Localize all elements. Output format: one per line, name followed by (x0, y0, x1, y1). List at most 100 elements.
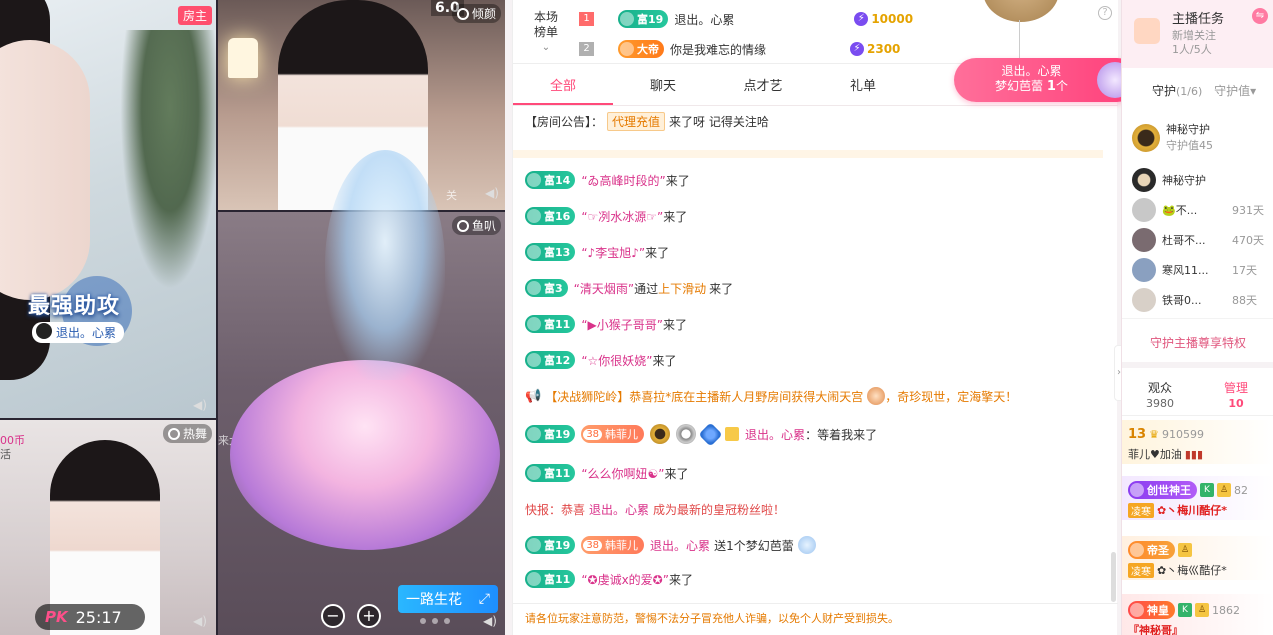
rank-label-line2: 榜单 (533, 25, 558, 39)
vip-level: 13 (1128, 426, 1147, 442)
road-flower-label: 一路生花 (406, 592, 462, 608)
cam-4[interactable]: 热舞 00币 活 ◀) (0, 420, 216, 635)
plant-decor (120, 30, 216, 290)
gift-popup[interactable]: 退出。心累 梦幻芭蕾 1个 (954, 58, 1139, 102)
message-text: 来了 (664, 466, 689, 481)
guard-name: 杜哥不... (1162, 234, 1206, 247)
task-icon (1134, 18, 1160, 44)
host-task-card[interactable]: 主播任务 ⇋ 新增关注 1人/5人 (1122, 0, 1273, 68)
message-user[interactable]: “✪虔诚x的爱✪” (581, 571, 669, 588)
pager-dots[interactable] (420, 618, 450, 624)
wealth-level-badge: 富12 (525, 351, 576, 369)
rank-label-line1: 本场 (533, 10, 558, 24)
zoom-out-button[interactable]: − (321, 604, 345, 628)
guard-name: 寒风11... (1162, 264, 1209, 277)
tab-audience[interactable]: 观众 3980 (1122, 376, 1198, 415)
gift-popup-count: 1 (1046, 79, 1056, 94)
help-icon[interactable]: ? (1098, 6, 1112, 20)
message-user[interactable]: “♪李宝旭♪” (581, 244, 645, 261)
guard-item[interactable]: 神秘守护 守护值45 (1132, 120, 1213, 156)
vip-item[interactable]: 13 ♛ 910599 菲儿♥加油 ▮▮▮ (1128, 424, 1273, 464)
guard-value-sort[interactable]: 守护值▾ (1214, 84, 1256, 98)
message-via: 通过 (634, 281, 659, 296)
rank-row[interactable]: 2 大帝 你是我难忘的情缘 ⚡ 2300 (579, 36, 900, 62)
message-user[interactable]: “☞冽水冰源☞” (581, 208, 663, 225)
message-user[interactable]: “清天烟雨” (574, 280, 634, 297)
tab-chat[interactable]: 聊天 (613, 70, 713, 105)
rank-position: 1 (579, 12, 594, 26)
volume-icon[interactable]: ◀) (482, 614, 498, 628)
wealth-level-badge: 富16 (525, 207, 576, 225)
chat-scrollbar[interactable] (1111, 552, 1116, 602)
k-badge-icon: K (1178, 603, 1192, 617)
rank-pill: 神皇 (1128, 601, 1175, 619)
vip-item[interactable]: 神皇 K ♙ 1862 『神秘哥』 (1128, 600, 1273, 635)
vip-id: 910599 (1161, 427, 1204, 441)
guard-item[interactable]: 🐸不... 931天 (1132, 196, 1264, 224)
ballerina-gift-icon (797, 536, 816, 554)
audience-label: 观众 (1147, 381, 1172, 395)
volume-icon[interactable]: ◀) (192, 398, 208, 412)
level-text: 富16 (544, 210, 571, 223)
agent-recharge-link[interactable]: 代理充值 (607, 112, 666, 131)
tab-gift-list[interactable]: 礼单 (813, 70, 913, 105)
rank-board-label[interactable]: 本场 榜单 ⌄ (531, 10, 561, 55)
level-icon (527, 173, 541, 187)
message-user[interactable]: “ゐ高峰时段的” (581, 172, 665, 189)
message-user[interactable]: 退出。心累 (650, 537, 710, 554)
tab-talent[interactable]: 点才艺 (713, 70, 813, 105)
level-text: 大帝 (637, 43, 659, 56)
message-user[interactable]: “☆你很妖娆” (581, 352, 652, 369)
wealth-level-badge: 富19 (525, 425, 576, 443)
horn-icon: 📢 (525, 388, 542, 404)
guard-item[interactable]: 神秘守护 (1132, 166, 1206, 194)
road-flower-button[interactable]: 一路生花 ⤢ (398, 585, 498, 613)
cam4-name: 热舞 (182, 427, 207, 441)
main-cam[interactable]: 房主 最强助攻 退出。心累 ◀) (0, 0, 216, 418)
level-icon (620, 12, 634, 26)
cam2-name-tag: 倾颜 (451, 4, 501, 23)
vip-item[interactable]: 创世神王 K ♙ 82 凌寒 ✿丶梅川酷仔* (1128, 480, 1273, 520)
video-area[interactable]: 房主 最强助攻 退出。心累 ◀) 6.0 倾颜 关 ◀) 鱼叭 来大 热舞 00… (0, 0, 505, 635)
guard-item[interactable]: 寒风11... 17天 (1132, 256, 1257, 284)
level-icon (527, 427, 541, 441)
guard-item[interactable]: 杜哥不... 470天 (1132, 226, 1264, 254)
guard-header: 守护(1/6) 守护值▾ (1152, 82, 1256, 99)
broadcast-text[interactable]: 【决战狮陀岭】恭喜拉*底在主播新人月野房间获得大闹天宫 (545, 388, 863, 405)
vip-line: 创世神王 K ♙ 82 (1128, 480, 1273, 500)
badge-icon (725, 427, 740, 441)
pk-time: 25:17 (75, 607, 122, 627)
swap-icon[interactable]: ⇋ (1252, 8, 1268, 24)
message-link[interactable]: 上下滑动 (658, 280, 706, 297)
guard-label[interactable]: 守护 (1152, 84, 1176, 98)
admin-label: 管理 (1223, 381, 1248, 395)
safety-warning: 请各位玩家注意防范，警惕不法分子冒充他人诈骗，以免个人财产受到损失。 (525, 612, 899, 625)
vip-name: ✿丶梅巛酷仔* (1157, 564, 1227, 577)
notice-divider (513, 150, 1103, 158)
level-text: 富11 (544, 467, 571, 480)
tab-admins[interactable]: 管理 10 (1198, 376, 1273, 415)
message-user[interactable]: “▶小猴子哥哥” (581, 316, 663, 333)
person-badge-icon: ♙ (1217, 483, 1231, 497)
rank-pill: 创世神王 (1128, 481, 1197, 499)
level-text: 富13 (544, 246, 571, 259)
express-user[interactable]: 退出。心累 (589, 501, 649, 518)
message-user[interactable]: “么么你啊妞☯” (581, 465, 664, 482)
guard-days: 88天 (1232, 294, 1257, 307)
rank-row[interactable]: 1 富19 退出。心累 ⚡ 10000 (579, 6, 913, 32)
guard-item[interactable]: 铁哥0... 88天 (1132, 286, 1257, 314)
medal-icon (676, 424, 697, 444)
message-user[interactable]: 退出。心累 (745, 426, 805, 443)
zoom-in-button[interactable]: + (357, 604, 381, 628)
rank-user-name: 你是我难忘的情缘 (670, 42, 767, 57)
guard-privilege-link[interactable]: 守护主播尊享特权 (1122, 318, 1273, 368)
rank-pill-text: 创世神王 (1147, 484, 1191, 497)
rank-position: 2 (579, 42, 594, 56)
gift-popup-gift: 梦幻芭蕾 (995, 79, 1044, 93)
tab-all[interactable]: 全部 (513, 70, 613, 105)
gift-message: 富19 38 韩菲儿 退出。心累 送1个梦幻芭蕾 (525, 533, 816, 557)
host-face (0, 40, 90, 300)
volume-icon[interactable]: ◀) (192, 614, 208, 628)
vip-item[interactable]: 帝圣 ♙ 凌寒 ✿丶梅巛酷仔* (1128, 540, 1273, 580)
fan-level: 38 (583, 428, 603, 440)
